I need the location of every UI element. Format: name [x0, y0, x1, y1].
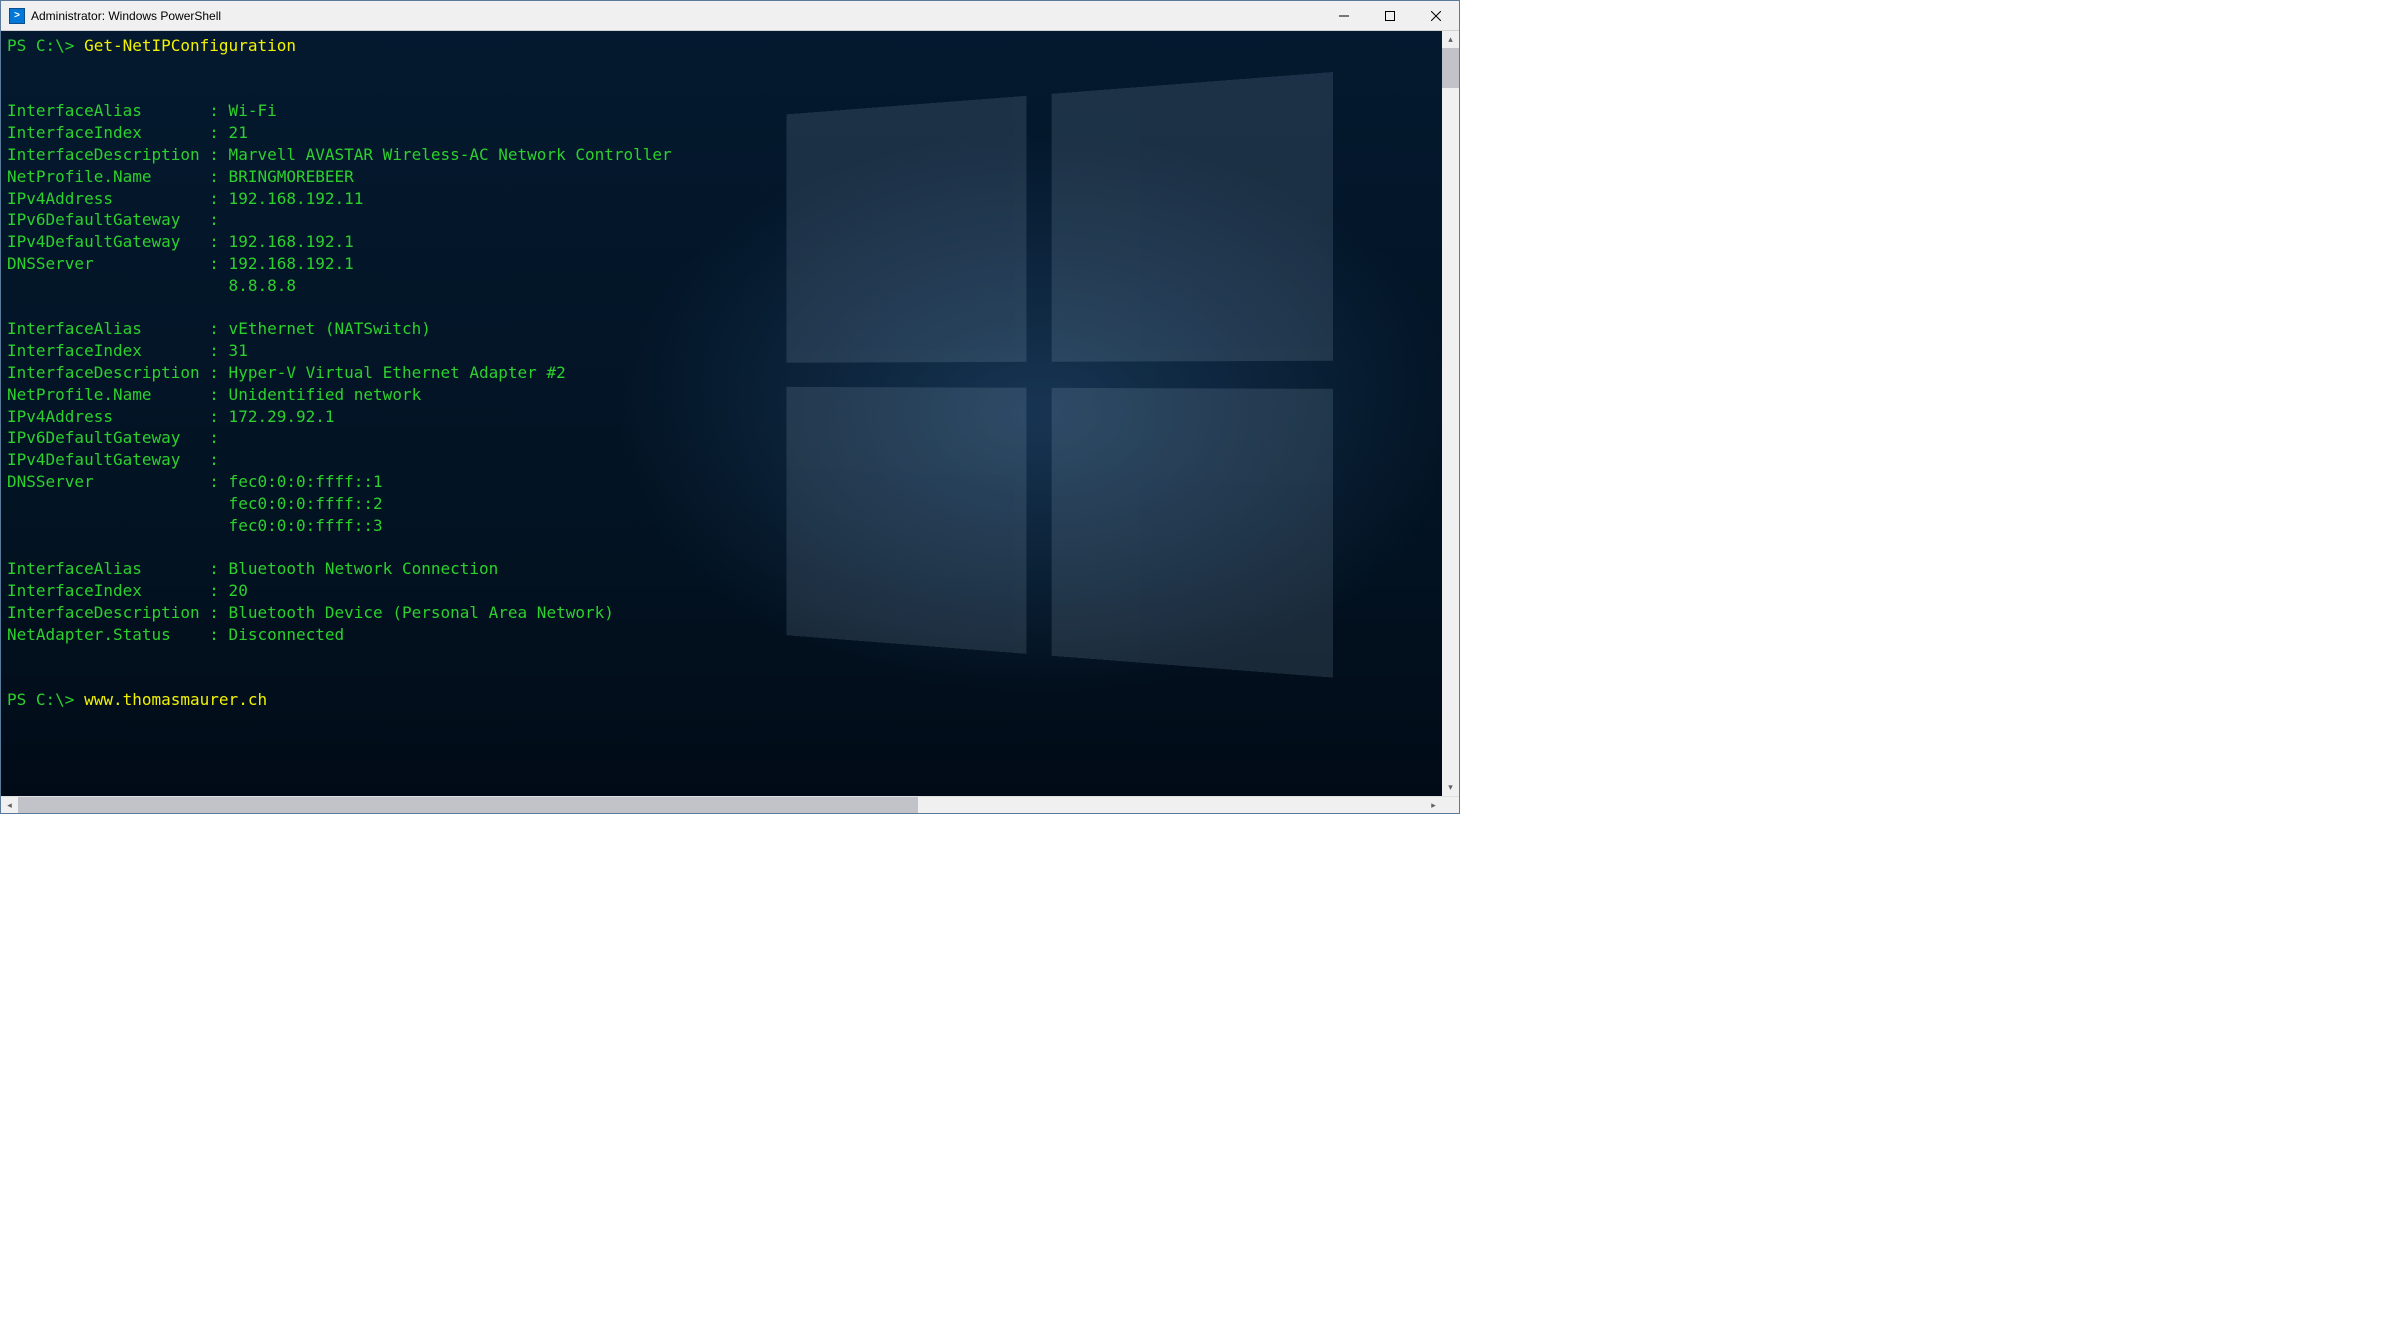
- window-title: Administrator: Windows PowerShell: [31, 9, 1321, 23]
- powershell-icon: [9, 8, 25, 24]
- maximize-icon: [1385, 11, 1395, 21]
- scrollbar-corner: [1442, 797, 1459, 813]
- minimize-button[interactable]: [1321, 1, 1367, 30]
- console-output[interactable]: PS C:\> Get-NetIPConfiguration Interface…: [1, 31, 1442, 796]
- scroll-horizontal-thumb[interactable]: [18, 797, 918, 813]
- scroll-vertical-thumb[interactable]: [1442, 48, 1459, 88]
- scroll-right-arrow-icon[interactable]: ▸: [1425, 797, 1442, 813]
- scroll-horizontal-track[interactable]: [18, 797, 1425, 813]
- close-button[interactable]: [1413, 1, 1459, 30]
- horizontal-scrollbar[interactable]: ◂ ▸: [1, 796, 1459, 813]
- powershell-window: Administrator: Windows PowerShell PS C:\…: [0, 0, 1460, 814]
- maximize-button[interactable]: [1367, 1, 1413, 30]
- titlebar[interactable]: Administrator: Windows PowerShell: [1, 1, 1459, 31]
- terminal-text[interactable]: PS C:\> Get-NetIPConfiguration Interface…: [7, 35, 1442, 711]
- scroll-vertical-track[interactable]: [1442, 48, 1459, 779]
- vertical-scrollbar[interactable]: ▴ ▾: [1442, 31, 1459, 796]
- scroll-left-arrow-icon[interactable]: ◂: [1, 797, 18, 813]
- window-controls: [1321, 1, 1459, 30]
- close-icon: [1431, 11, 1441, 21]
- scroll-up-arrow-icon[interactable]: ▴: [1442, 31, 1459, 48]
- scroll-down-arrow-icon[interactable]: ▾: [1442, 779, 1459, 796]
- minimize-icon: [1339, 11, 1349, 21]
- console-area: PS C:\> Get-NetIPConfiguration Interface…: [1, 31, 1459, 796]
